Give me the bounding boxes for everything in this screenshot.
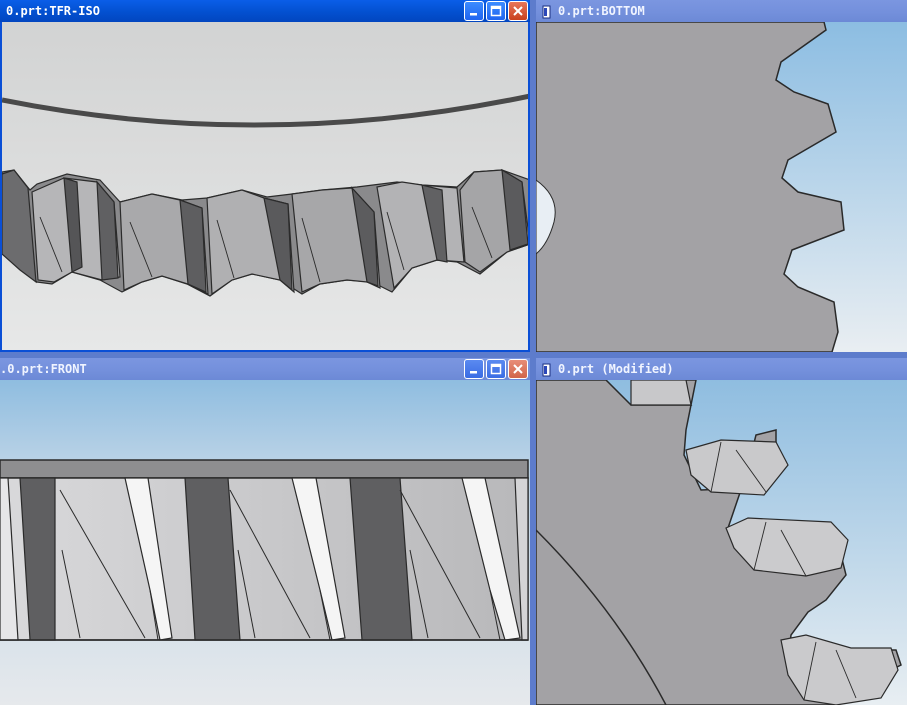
3d-viewport-bottom[interactable] bbox=[536, 22, 907, 352]
maximize-button[interactable] bbox=[486, 359, 506, 379]
gear-iso-render bbox=[2, 22, 528, 350]
close-button[interactable] bbox=[508, 1, 528, 21]
close-icon bbox=[509, 2, 527, 20]
window-titlebar[interactable]: 0.prt:TFR-ISO bbox=[0, 0, 530, 22]
part-document-icon bbox=[540, 362, 554, 377]
part-document-icon bbox=[540, 4, 554, 19]
viewport-window-modified[interactable]: 0.prt (Modified) bbox=[536, 358, 907, 705]
window-title: 0.prt:BOTTOM bbox=[558, 4, 645, 18]
viewport-window-tfr-iso[interactable]: 0.prt:TFR-ISO bbox=[0, 0, 530, 352]
split-divider-horizontal[interactable] bbox=[0, 352, 907, 358]
viewport-window-bottom[interactable]: 0.prt:BOTTOM bbox=[536, 0, 907, 352]
close-icon bbox=[509, 360, 527, 378]
minimize-button[interactable] bbox=[464, 359, 484, 379]
maximize-icon bbox=[487, 360, 505, 378]
window-title: 0.prt:TFR-ISO bbox=[6, 4, 100, 18]
3d-viewport-front[interactable] bbox=[0, 380, 530, 705]
gear-front-render bbox=[0, 380, 530, 705]
minimize-button[interactable] bbox=[464, 1, 484, 21]
close-button[interactable] bbox=[508, 359, 528, 379]
minimize-icon bbox=[465, 2, 483, 20]
gear-bottom-render bbox=[536, 22, 907, 352]
minimize-icon bbox=[465, 360, 483, 378]
maximize-button[interactable] bbox=[486, 1, 506, 21]
maximize-icon bbox=[487, 2, 505, 20]
3d-viewport-iso[interactable] bbox=[0, 22, 530, 352]
window-titlebar[interactable]: 0.prt:BOTTOM bbox=[536, 0, 907, 22]
window-titlebar[interactable]: 0.prt (Modified) bbox=[536, 358, 907, 380]
3d-viewport-perspective[interactable] bbox=[536, 380, 907, 705]
window-title: 0.prt (Modified) bbox=[558, 362, 674, 376]
window-titlebar[interactable]: .0.prt:FRONT bbox=[0, 358, 530, 380]
viewport-window-front[interactable]: .0.prt:FRONT bbox=[0, 358, 530, 705]
window-title: .0.prt:FRONT bbox=[0, 362, 87, 376]
gear-perspective-render bbox=[536, 380, 907, 705]
